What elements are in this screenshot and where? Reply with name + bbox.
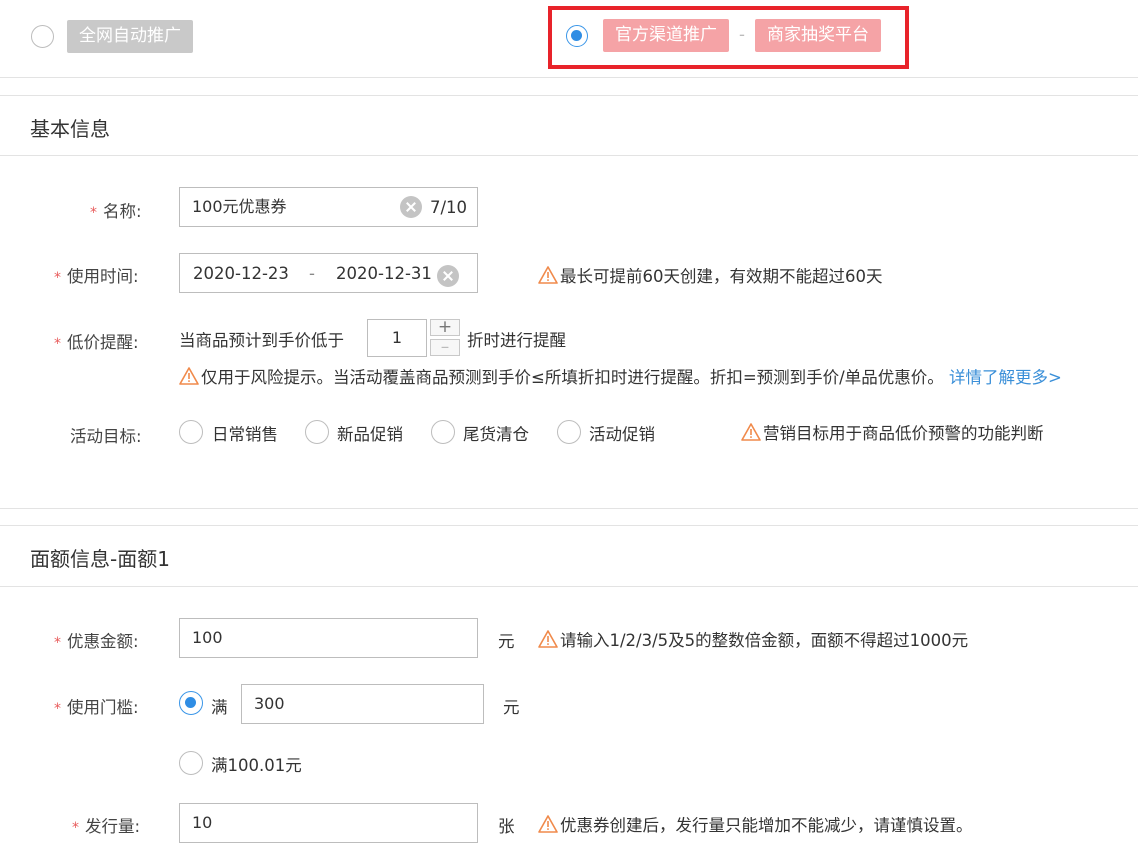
- issue-unit: 张: [498, 817, 515, 836]
- threshold-alt-label[interactable]: 满100.01元: [211, 752, 302, 776]
- learn-more-link[interactable]: 详情了解更多>: [949, 368, 1062, 387]
- low-price-label: * 低价提醒:: [54, 333, 139, 352]
- discount-label: * 优惠金额:: [54, 632, 139, 651]
- goal-clearance-label[interactable]: 尾货清仓: [463, 421, 529, 445]
- discount-unit: 元: [498, 632, 515, 651]
- threshold-full-label[interactable]: 满: [211, 694, 228, 718]
- divider-top-1: [0, 77, 1138, 78]
- highlight-box: [548, 6, 909, 69]
- warning-icon: [538, 630, 558, 648]
- warning-icon: [741, 423, 761, 441]
- issue-warning: 优惠券创建后，发行量只能增加不能减少，请谨慎设置。: [538, 812, 973, 836]
- goal-new-label[interactable]: 新品促销: [337, 421, 403, 445]
- goal-radio-new[interactable]: [305, 420, 329, 444]
- divider-top-2: [0, 95, 1138, 96]
- goal-daily-label[interactable]: 日常销售: [212, 421, 278, 445]
- discount-amount-input[interactable]: 100: [179, 618, 478, 658]
- goal-radio-clearance[interactable]: [431, 420, 455, 444]
- warning-icon: [538, 815, 558, 833]
- low-price-prefix: 当商品预计到手价低于: [179, 331, 344, 350]
- low-price-suffix: 折时进行提醒: [467, 331, 566, 350]
- amount-info-title: 面额信息-面额1: [30, 547, 170, 571]
- name-char-count: 7/10: [430, 198, 468, 217]
- divider-mid-1: [0, 508, 1138, 509]
- threshold-unit: 元: [503, 698, 520, 717]
- time-warning: 最长可提前60天创建，有效期不能超过60天: [538, 263, 883, 287]
- goal-radio-promo[interactable]: [557, 420, 581, 444]
- discount-threshold-input[interactable]: 1: [367, 319, 427, 357]
- name-clear-icon[interactable]: [400, 196, 422, 218]
- date-clear-icon[interactable]: [437, 265, 459, 287]
- auto-promo-radio[interactable]: [31, 25, 54, 48]
- threshold-amount-input[interactable]: 300: [241, 684, 484, 724]
- warning-icon: [179, 367, 199, 385]
- divider-amount: [0, 586, 1138, 587]
- goal-warning: 营销目标用于商品低价预警的功能判断: [741, 420, 1044, 444]
- basic-info-title: 基本信息: [30, 117, 110, 141]
- goal-label: 活动目标:: [70, 427, 142, 446]
- time-label: * 使用时间:: [54, 267, 139, 286]
- stepper-decrement-button[interactable]: –: [430, 339, 460, 356]
- threshold-full-radio[interactable]: [179, 691, 203, 715]
- discount-warning: 请输入1/2/3/5及5的整数倍金额，面额不得超过1000元: [538, 627, 968, 651]
- goal-promo-label[interactable]: 活动促销: [589, 421, 655, 445]
- low-price-warning: 仅用于风险提示。当活动覆盖商品预测到手价≤所填折扣时进行提醒。折扣=预测到手价/…: [179, 364, 1062, 388]
- threshold-label: * 使用门槛:: [54, 698, 139, 717]
- divider-mid-2: [0, 525, 1138, 526]
- warning-icon: [538, 266, 558, 284]
- stepper-increment-button[interactable]: +: [430, 319, 460, 336]
- issue-quantity-input[interactable]: 10: [179, 803, 478, 843]
- divider-basic: [0, 155, 1138, 156]
- threshold-alt-radio[interactable]: [179, 751, 203, 775]
- name-label: * 名称:: [90, 202, 142, 221]
- issue-label: * 发行量:: [72, 817, 141, 836]
- date-end[interactable]: 2020-12-31: [336, 264, 432, 283]
- goal-radio-daily[interactable]: [179, 420, 203, 444]
- auto-promo-tag[interactable]: 全网自动推广: [67, 20, 193, 53]
- date-start[interactable]: 2020-12-23: [193, 264, 289, 283]
- date-separator: -: [309, 264, 315, 283]
